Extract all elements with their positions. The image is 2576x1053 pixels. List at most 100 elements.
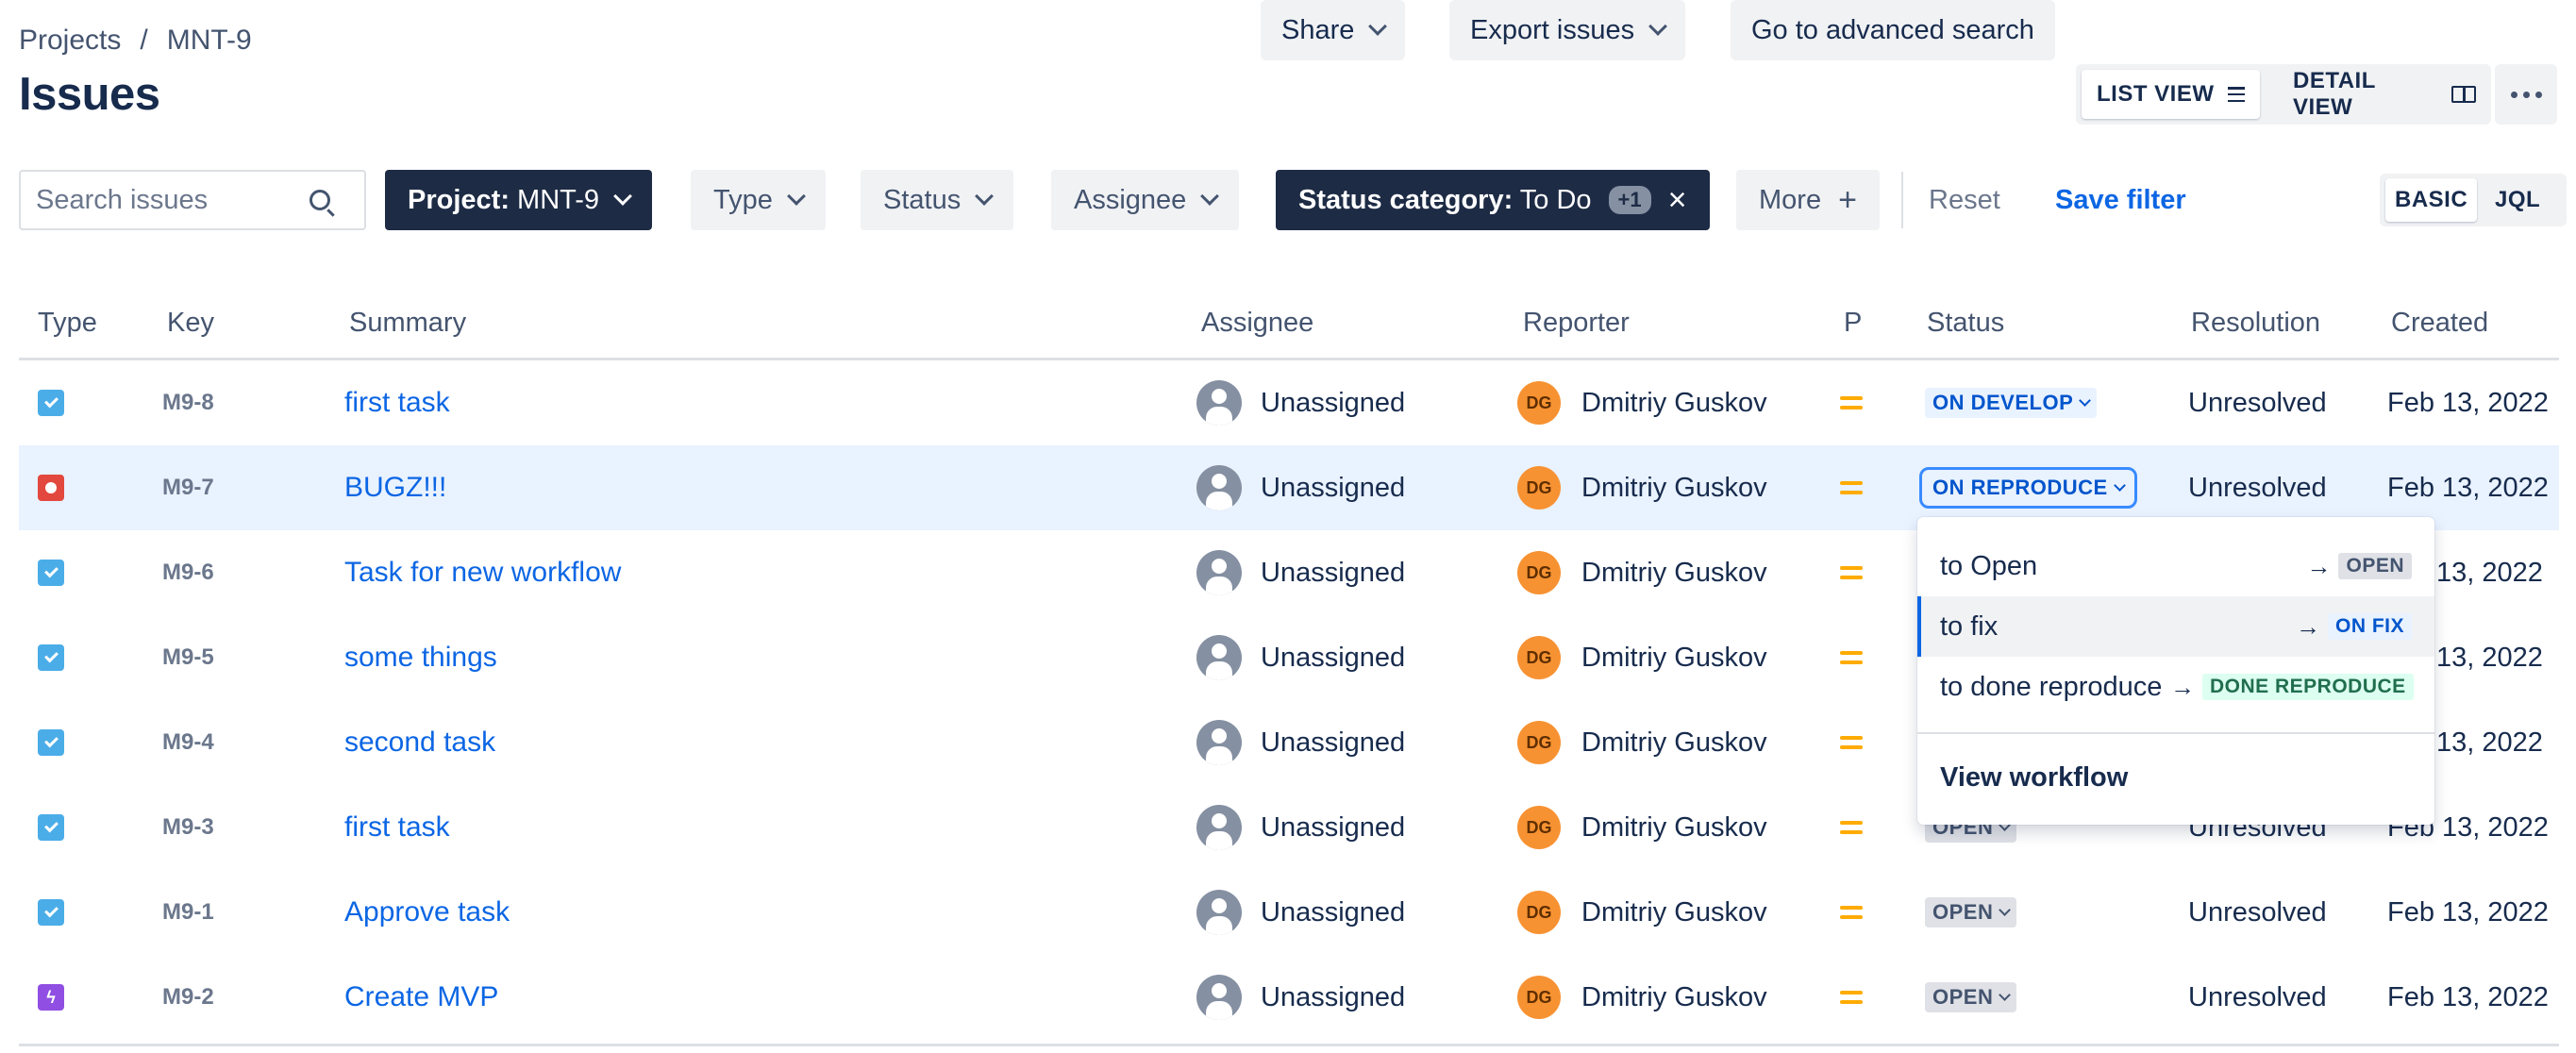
dropdown-divider xyxy=(1917,732,2434,734)
avatar: DG xyxy=(1517,636,1561,679)
filter-divider xyxy=(1901,172,1903,228)
chevron-down-icon xyxy=(975,187,995,206)
task-icon xyxy=(38,390,64,416)
chevron-down-icon xyxy=(786,187,806,206)
table-header: Type Key Summary Assignee Reporter P Sta… xyxy=(19,283,2559,360)
column-reporter[interactable]: Reporter xyxy=(1523,308,1630,339)
avatar: DG xyxy=(1517,806,1561,849)
status-filter-button[interactable]: Status xyxy=(861,170,1014,230)
priority-medium-icon xyxy=(1840,821,1863,834)
breadcrumb-project[interactable]: MNT-9 xyxy=(167,25,252,57)
advanced-search-button[interactable]: Go to advanced search xyxy=(1731,0,2055,60)
column-priority[interactable]: P xyxy=(1844,308,1862,339)
created-date: 13, 2022 xyxy=(2436,727,2543,758)
breadcrumb-projects[interactable]: Projects xyxy=(19,25,121,57)
detail-view-label: DETAIL VIEW xyxy=(2293,68,2376,120)
list-view-icon xyxy=(2227,87,2245,102)
table-row[interactable]: ϟ M9-2 Create MVP Unassigned DG Dmitriy G… xyxy=(19,955,2559,1040)
assignee-name: Unassigned xyxy=(1261,472,1406,503)
column-resolution[interactable]: Resolution xyxy=(2191,308,2320,339)
assignee-name: Unassigned xyxy=(1261,642,1406,673)
reporter-name: Dmitriy Guskov xyxy=(1581,981,1767,1012)
avatar xyxy=(1196,975,1242,1020)
search-input[interactable] xyxy=(36,184,309,216)
detail-view-button[interactable]: DETAIL VIEW xyxy=(2278,68,2491,120)
issue-summary-link[interactable]: Task for new workflow xyxy=(344,530,621,615)
type-filter-label: Type xyxy=(713,184,773,215)
share-button[interactable]: Share xyxy=(1261,0,1406,60)
jql-mode-button[interactable]: JQL xyxy=(2485,178,2550,222)
column-status[interactable]: Status xyxy=(1927,308,2004,339)
issue-summary-link[interactable]: first task xyxy=(344,360,450,445)
search-icon[interactable] xyxy=(309,190,330,210)
chevron-down-icon xyxy=(1999,904,2012,916)
table-row[interactable]: M9-1 Approve task Unassigned DG Dmitriy G… xyxy=(19,870,2559,955)
reporter-name: Dmitriy Guskov xyxy=(1581,727,1767,758)
column-summary[interactable]: Summary xyxy=(349,308,466,339)
priority-medium-icon xyxy=(1840,396,1863,410)
issue-summary-link[interactable]: first task xyxy=(344,785,450,870)
status-badge[interactable]: ON REPRODUCE xyxy=(1919,467,2137,509)
more-actions-button[interactable] xyxy=(2495,64,2557,125)
avatar xyxy=(1196,720,1242,765)
export-issues-button[interactable]: Export issues xyxy=(1449,0,1686,60)
view-workflow-link[interactable]: View workflow xyxy=(1940,747,2128,808)
table-row[interactable]: M9-8 first task Unassigned DG Dmitriy Gus… xyxy=(19,360,2559,445)
status-category-value: To Do xyxy=(1519,184,1592,215)
more-filters-button[interactable]: More + xyxy=(1736,170,1880,230)
status-badge[interactable]: ON DEVELOP xyxy=(1925,388,2098,418)
assignee-filter-button[interactable]: Assignee xyxy=(1051,170,1240,230)
reporter-name: Dmitriy Guskov xyxy=(1581,642,1767,673)
issue-summary-link[interactable]: BUGZ!!! xyxy=(344,445,446,530)
export-label: Export issues xyxy=(1470,14,1635,45)
issue-key: M9-7 xyxy=(162,475,214,500)
created-date: Feb 13, 2022 xyxy=(2387,981,2549,1012)
detail-view-icon xyxy=(2451,86,2476,103)
transition-item-to-open[interactable]: to Open → OPEN xyxy=(1917,536,2434,596)
chevron-down-icon xyxy=(1999,989,2012,1001)
list-view-button[interactable]: LIST VIEW xyxy=(2082,70,2260,119)
reporter-name: Dmitriy Guskov xyxy=(1581,557,1767,588)
column-created[interactable]: Created xyxy=(2391,308,2488,339)
arrow-right-icon: → xyxy=(2170,672,2195,701)
issue-key: M9-3 xyxy=(162,814,214,840)
transition-item-to-fix[interactable]: to fix → ON FIX xyxy=(1917,596,2434,657)
avatar: DG xyxy=(1517,976,1561,1019)
issue-key: M9-8 xyxy=(162,390,214,415)
close-icon[interactable]: × xyxy=(1668,184,1687,216)
page-title: Issues xyxy=(19,69,160,120)
column-assignee[interactable]: Assignee xyxy=(1201,308,1313,339)
type-filter-button[interactable]: Type xyxy=(691,170,826,230)
breadcrumb: Projects / MNT-9 xyxy=(19,25,252,57)
reset-button[interactable]: Reset xyxy=(1929,170,2000,230)
status-badge[interactable]: OPEN xyxy=(1925,982,2017,1012)
project-filter-button[interactable]: Project: MNT-9 xyxy=(385,170,653,230)
priority-medium-icon xyxy=(1840,651,1863,664)
issue-key: M9-4 xyxy=(162,729,214,755)
transition-label: to done reproduce xyxy=(1940,671,2163,702)
arrow-right-icon: → xyxy=(2306,551,2332,580)
issue-key: M9-1 xyxy=(162,899,214,925)
issue-summary-link[interactable]: second task xyxy=(344,700,495,785)
save-filter-button[interactable]: Save filter xyxy=(2055,170,2186,230)
transition-label: to fix xyxy=(1940,610,1999,642)
reporter-name: Dmitriy Guskov xyxy=(1581,811,1767,843)
task-icon xyxy=(38,814,64,841)
avatar xyxy=(1196,635,1242,680)
column-type[interactable]: Type xyxy=(38,308,97,339)
task-icon xyxy=(38,644,64,671)
status-badge[interactable]: OPEN xyxy=(1925,897,2017,928)
transition-item-to-done-reproduce[interactable]: to done reproduce → DONE REPRODUCE xyxy=(1917,657,2434,717)
breadcrumb-separator: / xyxy=(140,25,148,56)
created-date: Feb 13, 2022 xyxy=(2387,387,2549,418)
issue-summary-link[interactable]: Approve task xyxy=(344,870,510,955)
issue-summary-link[interactable]: Create MVP xyxy=(344,955,498,1040)
status-transition-dropdown: to Open → OPEN to fix → ON FIX to done r… xyxy=(1917,517,2434,825)
column-key[interactable]: Key xyxy=(167,308,214,339)
issue-key: M9-2 xyxy=(162,984,214,1010)
basic-mode-button[interactable]: BASIC xyxy=(2385,178,2478,222)
plus-icon: + xyxy=(1838,182,1857,218)
issue-summary-link[interactable]: some things xyxy=(344,615,497,700)
assignee-name: Unassigned xyxy=(1261,811,1406,843)
status-category-filter-button[interactable]: Status category: To Do +1 × xyxy=(1276,170,1710,230)
